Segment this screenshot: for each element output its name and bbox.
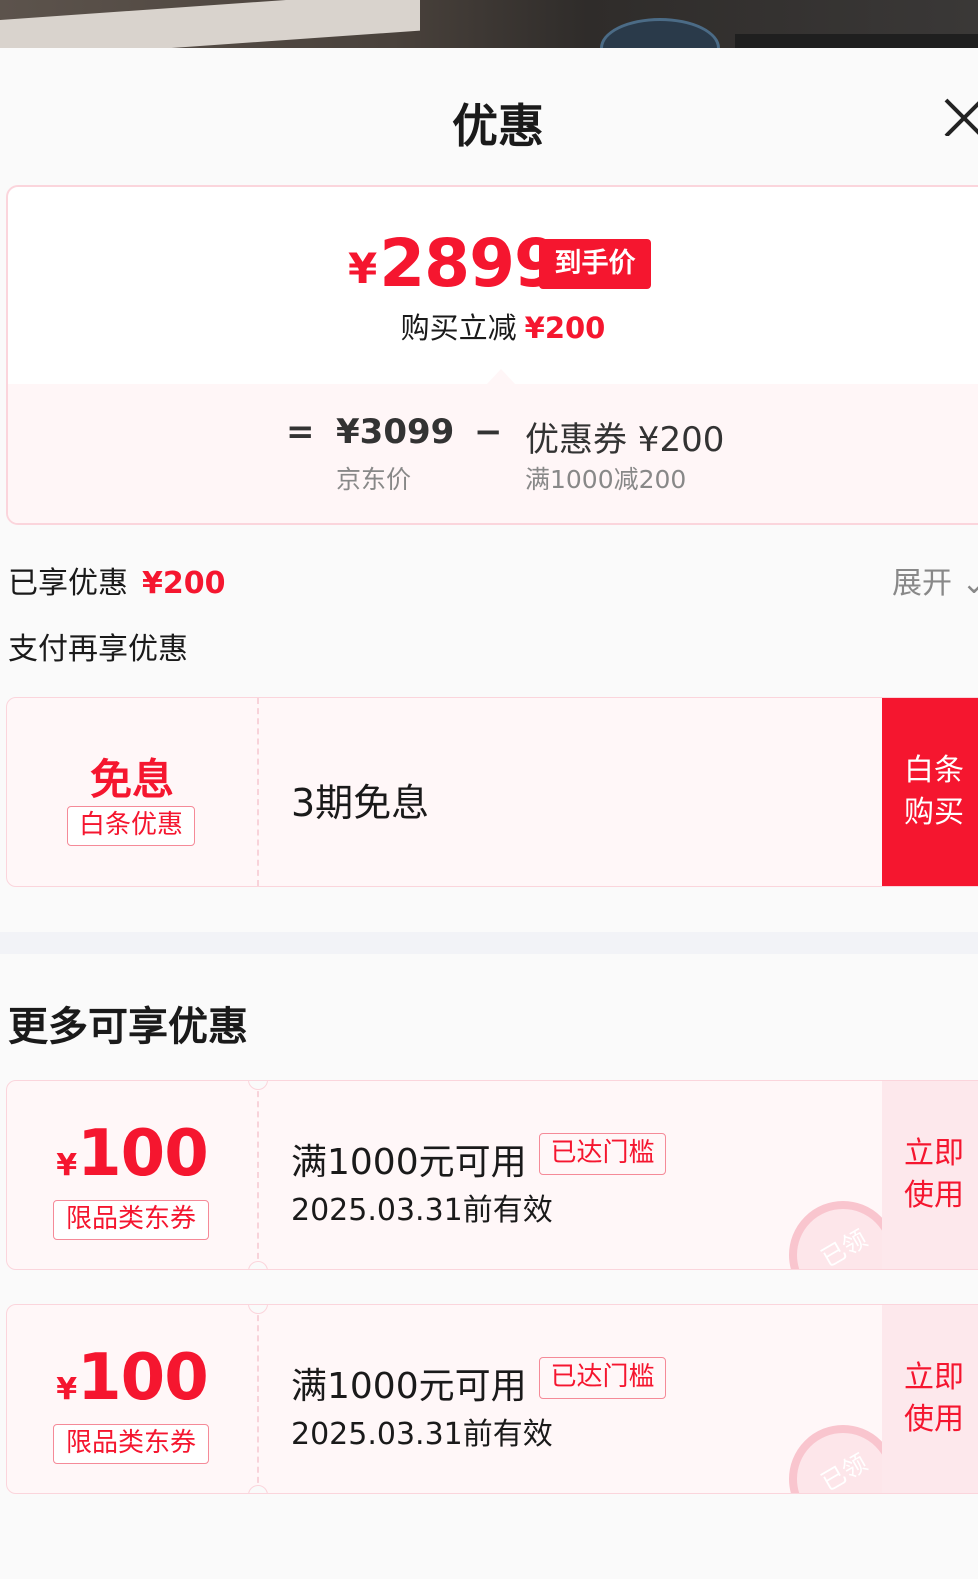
button-line: 使用 <box>904 1178 964 1213</box>
stamp-text: 已领 <box>816 1224 873 1270</box>
baitiao-buy-button[interactable]: 白条 购买 <box>882 698 978 886</box>
coupon-condition: 满1000减200 <box>525 465 687 494</box>
chevron-down-icon: ⌄ <box>961 566 978 601</box>
coupon-value: 优惠券 ¥200 <box>525 420 725 460</box>
final-price-value: 2899 <box>379 225 560 302</box>
enjoyed-discount-row: 已享优惠 ¥200 <box>8 558 226 602</box>
button-line: 立即 <box>904 1360 964 1395</box>
expand-button[interactable]: 展开 ⌄ <box>892 558 978 602</box>
currency-symbol: ¥ <box>56 1148 78 1183</box>
installment-desc: 3期免息 <box>291 781 430 825</box>
ticket-notch <box>248 1485 268 1493</box>
minus-sign: − <box>474 412 503 452</box>
expand-label: 展开 <box>892 566 952 601</box>
final-price-tag: 到手价 <box>539 239 651 289</box>
jd-price-label: 京东价 <box>336 465 412 494</box>
enjoyed-amount: ¥200 <box>142 566 226 601</box>
equals-sign: = <box>286 412 315 452</box>
coupon-amount-value: 100 <box>77 1117 209 1191</box>
price-summary-card: ¥ 2899 到手价 购买立减 ¥200 = ¥3099 京东价 − 优惠券 ¥2… <box>6 185 978 525</box>
coupon-card: ¥100 限品类东券 满1000元可用 已达门槛 2025.03.31前有效 已… <box>6 1304 978 1494</box>
use-now-button[interactable]: 立即 使用 <box>882 1081 978 1269</box>
reduce-label: 购买立减 <box>400 311 517 345</box>
pay-more-label: 支付再享优惠 <box>8 632 188 667</box>
dashed-divider <box>257 698 259 886</box>
image-shape <box>735 34 978 48</box>
coupon-condition: 满1000元可用 <box>291 1366 527 1407</box>
coupon-category-tag: 限品类东券 <box>53 1424 209 1464</box>
coupon-card: ¥100 限品类东券 满1000元可用 已达门槛 2025.03.31前有效 已… <box>6 1080 978 1270</box>
caret-up-icon <box>486 369 516 385</box>
claimed-stamp-icon: 已领 <box>789 1425 897 1494</box>
enjoyed-label: 已享优惠 <box>8 566 128 601</box>
button-line: 立即 <box>904 1136 964 1171</box>
close-icon[interactable] <box>942 96 978 136</box>
coupon-condition: 满1000元可用 <box>291 1142 527 1183</box>
image-shape <box>0 0 420 48</box>
stamp-text: 已领 <box>816 1448 873 1494</box>
coupon-amount: ¥100 <box>7 1117 257 1191</box>
reduce-amount: ¥200 <box>524 311 606 345</box>
coupon-category-tag: 限品类东券 <box>53 1200 209 1240</box>
use-now-button[interactable]: 立即 使用 <box>882 1305 978 1493</box>
price-breakdown-panel <box>8 384 978 523</box>
currency-symbol: ¥ <box>348 244 378 293</box>
more-discounts-title: 更多可享优惠 <box>8 1004 248 1050</box>
threshold-reached-badge: 已达门槛 <box>539 1357 666 1399</box>
claimed-stamp-icon: 已领 <box>789 1201 897 1270</box>
currency-symbol: ¥ <box>56 1372 78 1407</box>
baitiao-offer-card: 免息 白条优惠 3期免息 白条 购买 <box>6 697 978 887</box>
image-shape <box>600 18 720 48</box>
ticket-notch <box>248 1261 268 1269</box>
discount-sheet: 优惠 ¥ 2899 到手价 购买立减 ¥200 = ¥3099 京东价 − 优惠券… <box>0 48 978 1579</box>
coupon-validity: 2025.03.31前有效 <box>291 1417 553 1452</box>
button-line: 使用 <box>904 1402 964 1437</box>
jd-price-value: ¥3099 <box>336 412 455 452</box>
coupon-amount-value: 100 <box>77 1341 209 1415</box>
button-line: 购买 <box>904 795 964 830</box>
purchase-reduce-line: 购买立减 ¥200 <box>8 305 978 347</box>
section-divider <box>0 932 978 954</box>
final-price: ¥ 2899 <box>348 225 560 302</box>
threshold-reached-badge: 已达门槛 <box>539 1133 666 1175</box>
dashed-divider <box>257 1081 259 1269</box>
baitiao-tag: 白条优惠 <box>67 806 195 846</box>
interest-free-title: 免息 <box>89 755 174 804</box>
coupon-validity: 2025.03.31前有效 <box>291 1193 553 1228</box>
sheet-title: 优惠 <box>452 99 544 153</box>
coupon-amount: ¥100 <box>7 1341 257 1415</box>
background-product-image <box>0 0 978 48</box>
dashed-divider <box>257 1305 259 1493</box>
button-line: 白条 <box>904 753 964 788</box>
